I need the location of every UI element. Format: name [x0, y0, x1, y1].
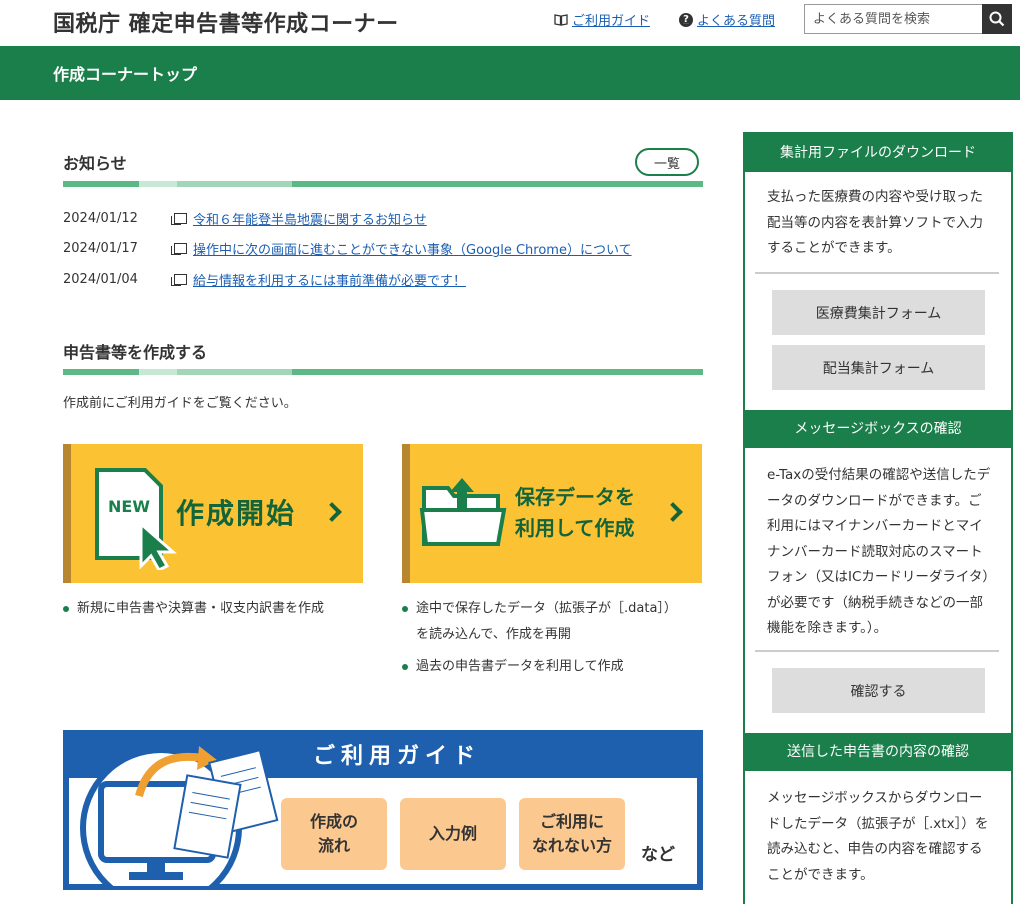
saved-card-notes: 途中で保存したデータ（拡張子が［.data］） を読み込んで、作成を再開 過去の申… [402, 596, 677, 680]
saved-data-label-line1: 保存データを [515, 485, 635, 509]
search-button[interactable] [982, 4, 1012, 34]
chevron-right-icon [322, 502, 342, 522]
download-title: 集計用ファイルのダウンロード [745, 134, 1011, 172]
computer-documents-icon [80, 746, 279, 886]
medical-form-button[interactable]: 医療費集計フォーム [772, 290, 985, 335]
news-list-button[interactable]: 一覧 [635, 148, 699, 176]
news-link[interactable]: 給与情報を利用するには事前準備が必要です！ [193, 270, 466, 289]
create-title: 申告書等を作成する [63, 343, 208, 362]
book-icon [554, 13, 568, 27]
list-item: 新規に申告書や決算書・収支内訳書を作成 [63, 596, 324, 622]
search-input[interactable] [804, 4, 982, 34]
search-box [804, 4, 1012, 34]
divider [755, 650, 999, 652]
saved-data-label: 保存データを 利用して作成 [515, 482, 635, 544]
sidebar: 集計用ファイルのダウンロード 支払った医療費の内容や受け取った配当等の内容を表計… [743, 132, 1013, 904]
folder-upload-icon [419, 478, 507, 546]
site-header: 国税庁 確定申告書等作成コーナー ご利用ガイド ? よくある質問 [0, 0, 1020, 46]
start-new-card[interactable]: NEW 作成開始 [63, 444, 363, 583]
news-link[interactable]: 令和６年能登半島地震に関するお知らせ [193, 209, 427, 228]
nav-bar: 作成コーナートップ [0, 46, 1020, 100]
window-icon [171, 273, 187, 286]
news-item: 2024/01/12 令和６年能登半島地震に関するお知らせ [63, 203, 703, 234]
window-icon [171, 243, 187, 256]
news-list: 2024/01/12 令和６年能登半島地震に関するお知らせ 2024/01/17… [63, 203, 703, 295]
messagebox-text: e-Taxの受付結果の確認や送信したデータのダウンロードができます。ご利用にはマ… [767, 467, 991, 636]
news-date: 2024/01/04 [63, 271, 138, 287]
nav-title[interactable]: 作成コーナートップ [53, 61, 197, 85]
download-text: 支払った医療費の内容や受け取った配当等の内容を表計算ソフトで入力することができま… [767, 189, 983, 256]
news-link[interactable]: 操作中に次の画面に進むことができない事象（Google Chrome）について [193, 239, 632, 258]
new-badge: NEW [108, 497, 150, 516]
guide-pill-example[interactable]: 入力例 [400, 798, 506, 870]
window-icon [171, 212, 187, 225]
search-icon [989, 11, 1005, 27]
start-new-label: 作成開始 [176, 497, 297, 530]
create-divider [63, 369, 703, 375]
sent-text: メッセージボックスからダウンロードしたデータ（拡張子が［.xtx］）を読み込むと… [767, 790, 989, 883]
messagebox-confirm-button[interactable]: 確認する [772, 668, 985, 713]
saved-data-label-line2: 利用して作成 [515, 516, 635, 540]
new-card-notes: 新規に申告書や決算書・収支内訳書を作成 [63, 596, 324, 622]
news-date: 2024/01/12 [63, 210, 138, 226]
saved-data-card[interactable]: 保存データを 利用して作成 [402, 444, 702, 583]
guide-banner[interactable]: ご利用ガイド 作成の 流れ 入力例 ご利用に なれない方 など [63, 730, 703, 890]
messagebox-title: メッセージボックスの確認 [745, 410, 1011, 448]
site-title[interactable]: 国税庁 確定申告書等作成コーナー [53, 6, 399, 38]
faq-link-label: よくある質問 [697, 14, 776, 29]
list-item: 途中で保存したデータ（拡張子が［.data］） を読み込んで、作成を再開 [402, 596, 677, 648]
guide-etc: など [641, 845, 675, 865]
guide-link[interactable]: ご利用ガイド [554, 10, 650, 29]
new-document-icon: NEW [95, 468, 177, 570]
news-date: 2024/01/17 [63, 241, 138, 257]
sent-title: 送信した申告書の内容の確認 [745, 733, 1011, 771]
guide-title: ご利用ガイド [313, 744, 482, 769]
divider [755, 272, 999, 274]
news-item: 2024/01/17 操作中に次の画面に進むことができない事象（Google C… [63, 234, 703, 265]
faq-link[interactable]: ? よくある質問 [679, 10, 775, 29]
dividend-form-button[interactable]: 配当集計フォーム [772, 345, 985, 390]
guide-link-label: ご利用ガイド [572, 14, 651, 29]
news-divider [63, 181, 703, 187]
news-title: お知らせ [63, 154, 127, 173]
guide-pill-flow[interactable]: 作成の 流れ [281, 798, 387, 870]
create-intro: 作成前にご利用ガイドをご覧ください。 [63, 396, 297, 411]
guide-pill-unavailable[interactable]: ご利用に なれない方 [519, 798, 625, 870]
news-item: 2024/01/04 給与情報を利用するには事前準備が必要です！ [63, 264, 703, 295]
chevron-right-icon [663, 502, 683, 522]
question-icon: ? [679, 12, 693, 27]
list-item: 過去の申告書データを利用して作成 [402, 654, 677, 680]
